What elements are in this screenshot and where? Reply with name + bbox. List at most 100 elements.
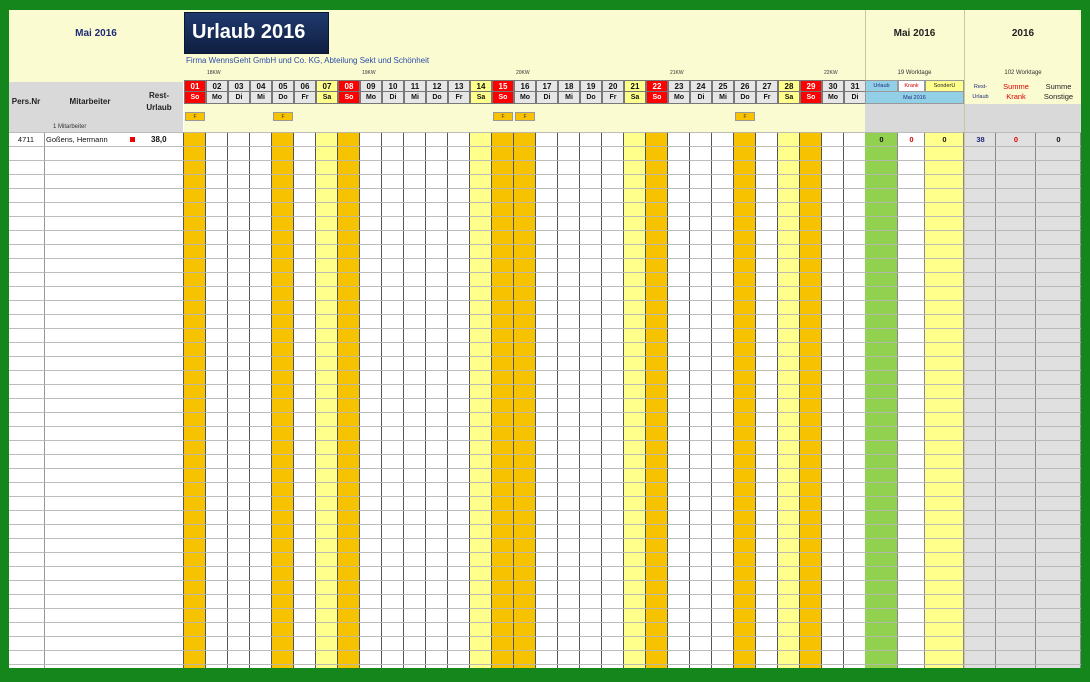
day-column[interactable] xyxy=(822,132,844,668)
summary-month-value: 0 xyxy=(942,134,947,144)
row-line xyxy=(9,538,1081,539)
day-weekday: Fr xyxy=(294,92,316,104)
day-weekday: Sa xyxy=(624,92,646,104)
summary-month-worktags: 19 Worktage xyxy=(897,70,932,76)
day-column[interactable] xyxy=(492,132,514,668)
marker-cell xyxy=(360,104,382,132)
day-column[interactable] xyxy=(184,132,206,668)
marker-cell xyxy=(316,104,338,132)
row-line xyxy=(9,482,1081,483)
row-line xyxy=(9,384,1081,385)
day-number: 25 xyxy=(712,80,734,92)
marker-cell xyxy=(536,104,558,132)
summary-month-col-header: Krank xyxy=(898,80,925,92)
row-line xyxy=(9,230,1081,231)
day-number: 04 xyxy=(250,80,272,92)
kw-label: 22KW xyxy=(824,70,838,76)
day-column[interactable] xyxy=(470,132,492,668)
day-column[interactable] xyxy=(404,132,426,668)
marker-cell xyxy=(844,104,866,132)
row-line xyxy=(9,412,1081,413)
day-column[interactable] xyxy=(800,132,822,668)
day-column[interactable] xyxy=(668,132,690,668)
day-column[interactable] xyxy=(294,132,316,668)
day-column[interactable] xyxy=(338,132,360,668)
row-line xyxy=(9,594,1081,595)
marker-cell xyxy=(712,104,734,132)
row-line xyxy=(9,636,1081,637)
day-weekday: Mo xyxy=(822,92,844,104)
marker-cell xyxy=(558,104,580,132)
day-number: 28 xyxy=(778,80,800,92)
row-line xyxy=(9,566,1081,567)
col-header-persnr: Pers.Nr xyxy=(11,96,41,106)
day-column[interactable] xyxy=(712,132,734,668)
day-column[interactable] xyxy=(602,132,624,668)
day-number: 10 xyxy=(382,80,404,92)
day-column[interactable] xyxy=(844,132,866,668)
summary-year-column xyxy=(965,132,996,668)
day-column[interactable] xyxy=(382,132,404,668)
summary-month-col-header: SonderU xyxy=(925,80,964,92)
summary-year-value: 0 xyxy=(1013,134,1019,144)
row-line xyxy=(9,174,1081,175)
marker-cell xyxy=(602,104,624,132)
row-line xyxy=(9,188,1081,189)
holiday-marker: F xyxy=(515,112,535,121)
day-column[interactable] xyxy=(624,132,646,668)
row-line xyxy=(9,552,1081,553)
day-column[interactable] xyxy=(250,132,272,668)
kw-label: 19KW xyxy=(362,70,376,76)
day-number: 21 xyxy=(624,80,646,92)
summary-month-value: 0 xyxy=(879,134,884,144)
summary-year-value: 38 xyxy=(976,134,985,144)
day-column[interactable] xyxy=(734,132,756,668)
summary-month-column xyxy=(898,132,925,668)
day-column[interactable] xyxy=(536,132,558,668)
row-line xyxy=(9,244,1081,245)
summary-month-column xyxy=(865,132,898,668)
summary-month-sublabel: Mai 2016 xyxy=(865,92,964,104)
day-column[interactable] xyxy=(580,132,602,668)
day-column[interactable] xyxy=(206,132,228,668)
day-column[interactable] xyxy=(778,132,800,668)
day-column[interactable] xyxy=(316,132,338,668)
summary-year-column xyxy=(1036,132,1081,668)
row-line xyxy=(9,468,1081,469)
day-column[interactable] xyxy=(448,132,470,668)
day-column[interactable] xyxy=(646,132,668,668)
day-number: 15 xyxy=(492,80,514,92)
day-weekday: Sa xyxy=(470,92,492,104)
day-number: 19 xyxy=(580,80,602,92)
day-column[interactable] xyxy=(272,132,294,668)
kw-label: 20KW xyxy=(516,70,530,76)
company-name: Firma WennsGeht GmbH und Co. KG, Abteilu… xyxy=(186,56,430,65)
day-column[interactable] xyxy=(426,132,448,668)
day-weekday: Mi xyxy=(712,92,734,104)
marker-cell xyxy=(250,104,272,132)
row-line xyxy=(9,524,1081,525)
row-line xyxy=(9,664,1081,665)
day-weekday: Mo xyxy=(360,92,382,104)
marker-cell xyxy=(624,104,646,132)
employee-persnr: 4711 xyxy=(17,134,35,144)
day-weekday: Mi xyxy=(558,92,580,104)
day-column[interactable] xyxy=(514,132,536,668)
day-weekday: Sa xyxy=(778,92,800,104)
day-column[interactable] xyxy=(690,132,712,668)
row-line xyxy=(9,580,1081,581)
day-number: 07 xyxy=(316,80,338,92)
marker-cell xyxy=(448,104,470,132)
marker-cell xyxy=(294,104,316,132)
day-column[interactable] xyxy=(756,132,778,668)
day-number: 06 xyxy=(294,80,316,92)
day-number: 29 xyxy=(800,80,822,92)
day-column[interactable] xyxy=(558,132,580,668)
row-line xyxy=(9,622,1081,623)
day-number: 26 xyxy=(734,80,756,92)
day-column[interactable] xyxy=(228,132,250,668)
month-label: Mai 2016 xyxy=(75,27,117,39)
day-column[interactable] xyxy=(360,132,382,668)
summary-month-column xyxy=(925,132,964,668)
employee-name[interactable]: Goßens, Hermann xyxy=(46,135,108,144)
